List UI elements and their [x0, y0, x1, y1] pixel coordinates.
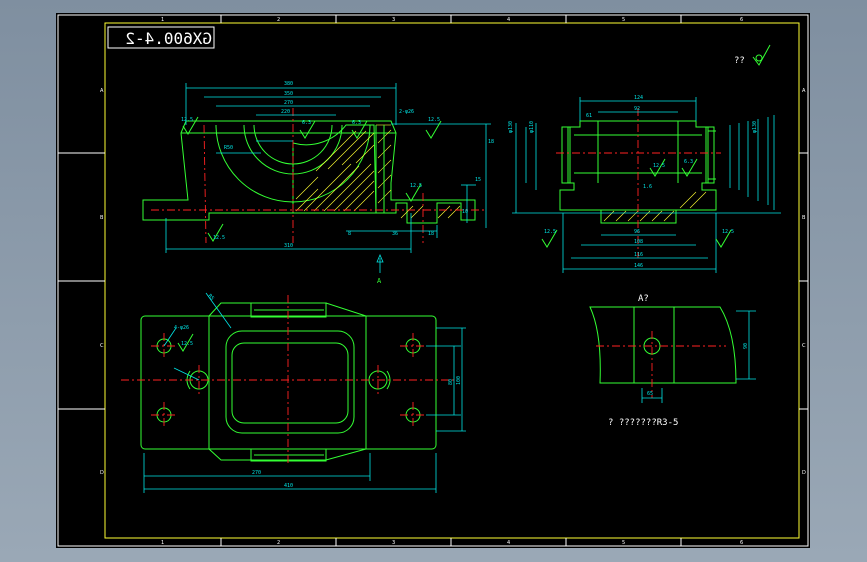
zone-col-1b: 1	[161, 540, 164, 546]
zone-row-A: A	[100, 88, 104, 94]
dim-108: 108	[634, 239, 643, 245]
dim-15: 15	[475, 177, 481, 183]
dim-270-top: 270	[252, 470, 261, 476]
rough-top-12-5: 12.5	[181, 341, 193, 347]
view-arrow-label: A	[377, 277, 382, 285]
zone-col-2b: 2	[277, 540, 280, 546]
zone-row-labels: A B C D A B C D	[100, 88, 806, 476]
dim-r5: R5	[207, 293, 216, 302]
dim-220: 220	[281, 109, 290, 115]
zone-col-6b: 6	[740, 540, 743, 546]
zone-row-D-r: D	[802, 470, 806, 476]
zone-row-D: D	[100, 470, 104, 476]
zone-col-3b: 3	[392, 540, 395, 546]
zone-col-1: 1	[161, 17, 164, 23]
dim-410: 410	[284, 483, 293, 489]
rough-6-3b: 6.3	[352, 120, 361, 126]
rough-12-5b: 12.5	[428, 117, 440, 123]
dim-310: 310	[284, 243, 293, 249]
rough-side-6-3: 6.3	[684, 159, 693, 165]
rough-6-3a: 6.3	[302, 120, 311, 126]
dim-r50: R50	[224, 145, 233, 151]
dim-100: 100	[456, 376, 462, 385]
zone-row-C: C	[100, 343, 104, 349]
dim-124: 124	[634, 95, 643, 101]
rough-12-5c: 12.5	[410, 183, 422, 189]
zone-ticks	[58, 15, 808, 546]
dim-270: 270	[284, 100, 293, 106]
dim-380: 380	[284, 81, 293, 87]
roughness-mark-icon	[425, 120, 442, 139]
dim-80: 80	[448, 379, 454, 385]
dim-10: 10	[462, 209, 468, 215]
title-box: GX600.4-2	[107, 26, 215, 49]
dim-holes-top: 4-ψ26	[174, 325, 189, 331]
dim-phi130b: φ130	[752, 121, 758, 133]
dim-116: 116	[634, 252, 643, 258]
zone-col-5: 5	[622, 17, 625, 23]
dim-18b: 18	[488, 139, 494, 145]
rough-side-1-6: 1.6	[643, 184, 652, 190]
dim-92: 92	[634, 106, 640, 112]
roughness-text: ??	[734, 56, 745, 66]
dim-90: 90	[743, 343, 749, 349]
roughness-check-icon	[752, 44, 771, 66]
zone-row-C-r: C	[802, 343, 806, 349]
cad-drawing: 1 2 3 4 5 6 1 2 3 4 5 6 A B C D A B C D …	[57, 14, 809, 547]
side-view: 124 92 61 φ130 φ110 φ130 12.5 6.3 1.6 96…	[508, 95, 781, 273]
dim-18: 18	[428, 231, 434, 237]
zone-col-labels-top: 1 2 3 4 5 6	[161, 17, 743, 23]
dim-phi130a: φ130	[508, 121, 514, 133]
zone-row-A-r: A	[802, 88, 806, 94]
rough-12-5d: 12.5	[213, 235, 225, 241]
drawing-title-mirrored: GX600.4-2	[125, 29, 212, 48]
zone-col-4: 4	[507, 17, 510, 23]
dim-61: 61	[586, 113, 592, 119]
rough-side-12-5: 12.5	[653, 163, 665, 169]
inner-frame	[104, 22, 800, 539]
dim-65: 65	[647, 391, 653, 397]
dim-96: 96	[634, 229, 640, 235]
rough-12-5a: 12.5	[181, 117, 193, 123]
rough-side-12-5c: 12.5	[722, 229, 734, 235]
zone-col-6: 6	[740, 17, 743, 23]
top-view: 4-ψ26 R5 12.5 80 100 270 410	[121, 292, 466, 493]
zone-row-B: B	[100, 215, 104, 221]
dim-phi110: φ110	[529, 121, 535, 133]
front-view: A 380 350 270 220 2-ψ26 12.5 12.5 6.3 6.…	[142, 81, 494, 285]
dim-36: 36	[392, 231, 398, 237]
dim-146: 146	[634, 263, 643, 269]
roughness-symbol: ??	[734, 44, 771, 66]
dim-350: 350	[284, 91, 293, 97]
dim-8: 8	[348, 231, 351, 237]
section-view: A? 90 65 ? ???????R3-5	[589, 294, 756, 428]
zone-col-5b: 5	[622, 540, 625, 546]
tech-note: ? ???????R3-5	[608, 418, 678, 428]
section-label: A?	[638, 294, 649, 304]
zone-col-labels-bottom: 1 2 3 4 5 6	[161, 540, 743, 546]
zone-col-2: 2	[277, 17, 280, 23]
zone-col-4b: 4	[507, 540, 510, 546]
rough-side-12-5b: 12.5	[544, 229, 556, 235]
zone-row-B-r: B	[802, 215, 806, 221]
zone-col-3: 3	[392, 17, 395, 23]
drawing-sheet: 1 2 3 4 5 6 1 2 3 4 5 6 A B C D A B C D …	[56, 13, 810, 548]
dim-holes: 2-ψ26	[399, 109, 414, 115]
outer-border	[57, 14, 809, 547]
